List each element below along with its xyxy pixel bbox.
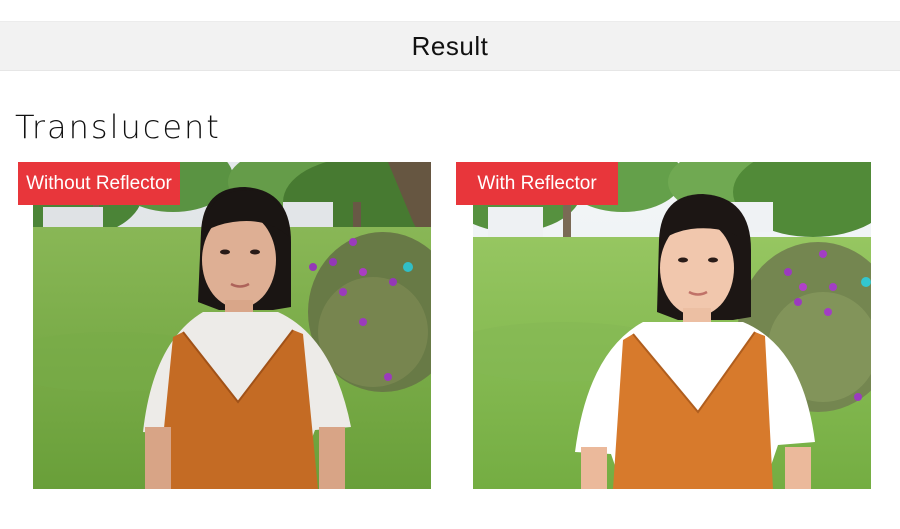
label-without-reflector: Without Reflector (18, 162, 180, 205)
result-header-bar: Result (0, 21, 900, 71)
photo-with-reflector (473, 162, 871, 489)
label-with-reflector: With Reflector (456, 162, 618, 205)
section-title: Translucent (15, 108, 221, 146)
photo-without-reflector (33, 162, 431, 489)
header-title: Result (411, 30, 489, 61)
